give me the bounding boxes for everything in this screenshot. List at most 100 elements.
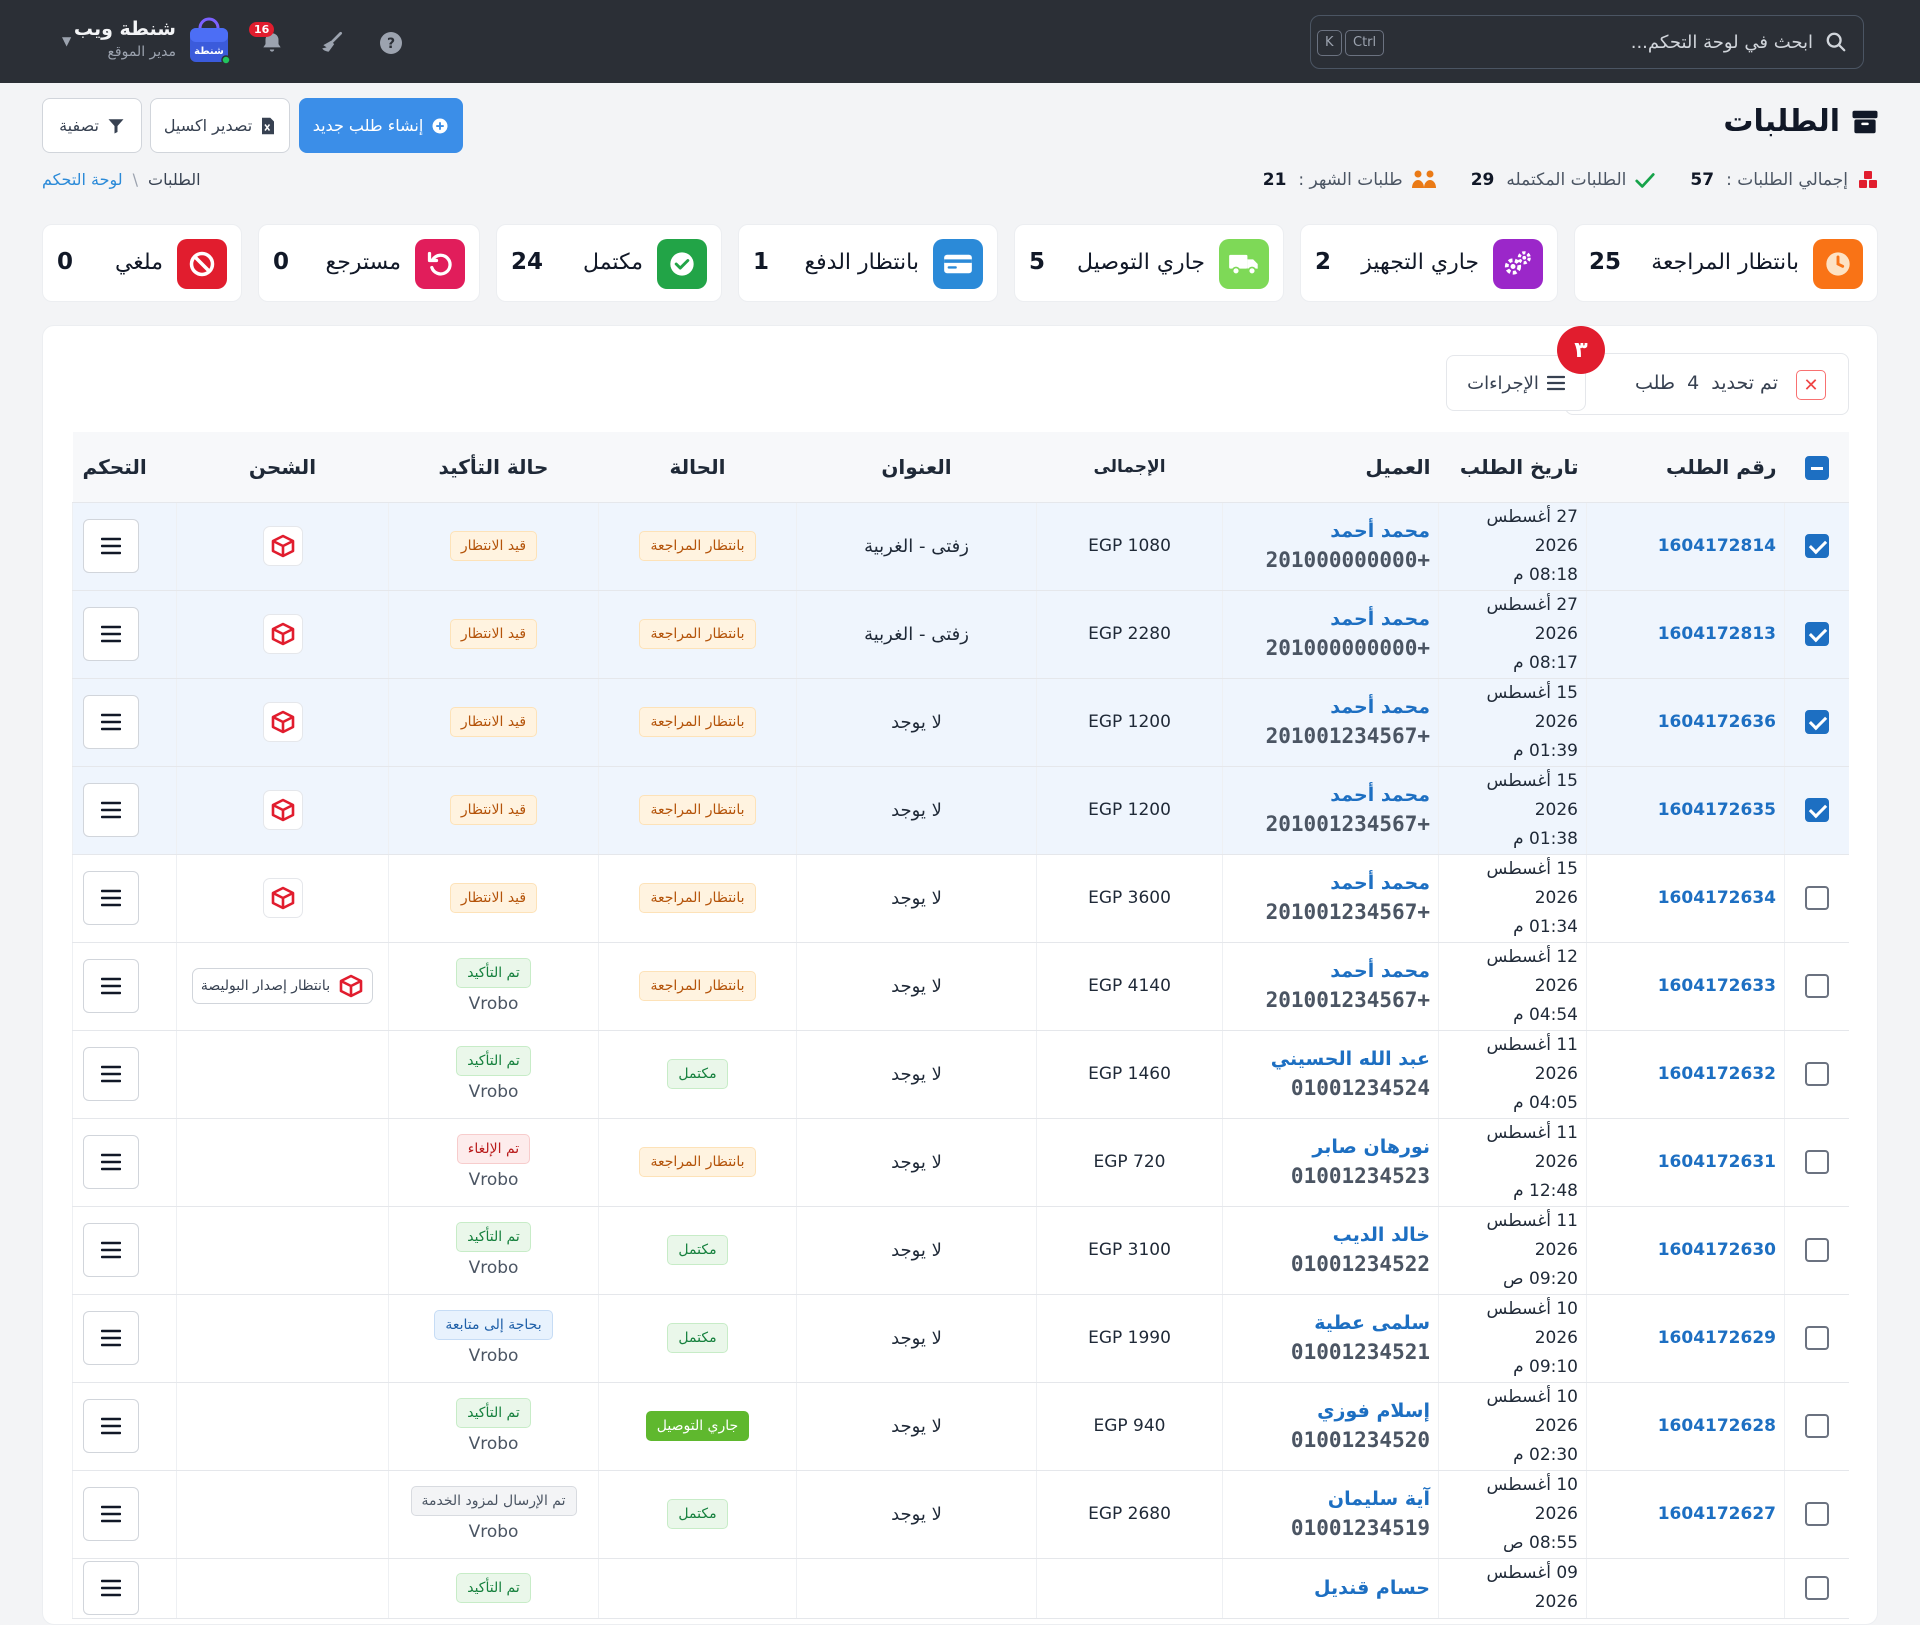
status-card-awaiting-payment[interactable]: بانتظار الدفع 1 — [738, 224, 998, 302]
order-id-link[interactable] — [1586, 1558, 1785, 1619]
customer-name-link[interactable]: خالد الديب — [1223, 1221, 1430, 1250]
table-row[interactable]: 09 أغسطس 2026 حسام قنديل تم التأكيد — [72, 1558, 1849, 1619]
row-checkbox[interactable] — [1804, 1326, 1829, 1350]
row-menu-button[interactable] — [83, 1223, 139, 1277]
create-shipment-button[interactable] — [262, 526, 303, 566]
status-card-delivering[interactable]: جاري التوصيل 5 — [1014, 224, 1284, 302]
filter-button[interactable]: تصفية — [42, 98, 142, 153]
table-row[interactable]: 1604172814 27 أغسطس 2026 08:18 م محمد أحمد +… — [72, 502, 1849, 591]
brand-menu[interactable]: شنطة شنطة ويب مدير الموقع ▼ — [62, 16, 232, 68]
create-shipment-button[interactable] — [262, 878, 303, 918]
status-card-label: مسترجع — [325, 250, 402, 275]
row-menu-button[interactable] — [83, 959, 139, 1013]
notifications-button[interactable]: 16 — [249, 22, 289, 60]
customer-name-link[interactable]: إسلام فوزي — [1223, 1397, 1430, 1426]
customer-name-link[interactable]: محمد أحمد — [1223, 957, 1430, 986]
row-checkbox[interactable] — [1804, 1576, 1829, 1600]
order-id-link[interactable]: 1604172635 — [1586, 766, 1785, 855]
row-menu-button[interactable] — [83, 1311, 139, 1365]
customer-name-link[interactable]: آية سليمان — [1223, 1485, 1430, 1514]
order-id-link[interactable]: 1604172628 — [1586, 1382, 1785, 1471]
table-row[interactable]: 1604172635 15 أغسطس 2026 01:38 م محمد أحمد +… — [72, 766, 1849, 855]
search-input[interactable] — [1513, 28, 1813, 56]
row-checkbox[interactable] — [1804, 974, 1829, 998]
header-address[interactable]: العنوان — [796, 432, 1037, 503]
table-row[interactable]: 1604172627 10 أغسطس 2026 08:55 ص آية سليمان… — [72, 1470, 1849, 1559]
customer-name-link[interactable]: محمد أحمد — [1223, 781, 1430, 810]
breadcrumb-home-link[interactable]: لوحة التحكم — [42, 170, 123, 189]
row-menu-button[interactable] — [83, 1047, 139, 1101]
table-row[interactable]: 1604172632 11 أغسطس 2026 04:05 م عبد الله ا… — [72, 1030, 1849, 1119]
row-menu-button[interactable] — [83, 1399, 139, 1453]
row-menu-button[interactable] — [83, 607, 139, 661]
table-row[interactable]: 1604172630 11 أغسطس 2026 09:20 ص خالد الديب… — [72, 1206, 1849, 1295]
row-checkbox[interactable] — [1804, 886, 1829, 910]
table-row[interactable]: 1604172813 27 أغسطس 2026 08:17 م محمد أحمد +… — [72, 590, 1849, 679]
table-row[interactable]: 1604172636 15 أغسطس 2026 01:39 م محمد أحمد +… — [72, 678, 1849, 767]
customer-name-link[interactable]: محمد أحمد — [1223, 517, 1430, 546]
order-id-link[interactable]: 1604172813 — [1586, 590, 1785, 679]
help-button[interactable]: ? — [374, 26, 408, 60]
order-id-link[interactable]: 1604172627 — [1586, 1470, 1785, 1559]
create-shipment-button[interactable] — [262, 790, 303, 830]
status-card-returned[interactable]: مسترجع 0 — [258, 224, 480, 302]
row-checkbox[interactable] — [1804, 1414, 1829, 1438]
row-menu-button[interactable] — [83, 695, 139, 749]
customer-name-link[interactable]: نورهان صابر — [1223, 1133, 1430, 1162]
header-order-id[interactable]: رقم الطلب — [1586, 432, 1785, 503]
header-customer[interactable]: العميل — [1222, 432, 1439, 503]
header-confirmation[interactable]: حالة التأكيد — [388, 432, 599, 503]
export-excel-button[interactable]: تصدير اكسيل — [150, 98, 290, 153]
status-card-cancelled[interactable]: ملغي 0 — [42, 224, 242, 302]
status-card-completed[interactable]: مكتمل 24 — [496, 224, 722, 302]
customer-name-link[interactable]: محمد أحمد — [1223, 869, 1430, 898]
header-status[interactable]: الحالة — [598, 432, 797, 503]
order-id-link[interactable]: 1604172814 — [1586, 502, 1785, 591]
row-checkbox[interactable] — [1804, 710, 1829, 734]
order-id-link[interactable]: 1604172634 — [1586, 854, 1785, 943]
clear-selection-button[interactable]: ✕ — [1796, 370, 1826, 400]
customer-name-link[interactable]: محمد أحمد — [1223, 605, 1430, 634]
order-id-link[interactable]: 1604172629 — [1586, 1294, 1785, 1383]
clear-cache-button[interactable] — [315, 26, 349, 60]
create-order-button[interactable]: إنشاء طلب جديد — [299, 98, 463, 153]
table-row[interactable]: 1604172629 10 أغسطس 2026 09:10 م سلمى عطية 0… — [72, 1294, 1849, 1383]
order-id-link[interactable]: 1604172632 — [1586, 1030, 1785, 1119]
create-shipment-button[interactable] — [262, 614, 303, 654]
customer-name-link[interactable]: حسام قنديل — [1223, 1574, 1430, 1603]
customer-name-link[interactable]: سلمى عطية — [1223, 1309, 1430, 1338]
row-menu-button[interactable] — [83, 1561, 139, 1615]
status-card-review[interactable]: بانتظار المراجعة 25 — [1574, 224, 1878, 302]
row-menu-button[interactable] — [83, 871, 139, 925]
row-menu-button[interactable] — [83, 1135, 139, 1189]
row-checkbox[interactable] — [1804, 1238, 1829, 1262]
customer-name-link[interactable]: عبد الله الحسيني — [1223, 1045, 1430, 1074]
order-id-link[interactable]: 1604172633 — [1586, 942, 1785, 1031]
order-total: EGP 1460 — [1036, 1030, 1223, 1119]
shipment-status-button[interactable]: بانتظار إصدار البوليصة — [191, 968, 374, 1004]
table-row[interactable]: 1604172631 11 أغسطس 2026 12:48 م نورهان صاب… — [72, 1118, 1849, 1207]
row-checkbox[interactable] — [1804, 1502, 1829, 1526]
header-shipping[interactable]: الشحن — [176, 432, 389, 503]
row-checkbox[interactable] — [1804, 534, 1829, 558]
header-order-date[interactable]: تاريخ الطلب — [1438, 432, 1587, 503]
table-row[interactable]: 1604172633 12 أغسطس 2026 04:54 م محمد أحمد +… — [72, 942, 1849, 1031]
row-menu-button[interactable] — [83, 783, 139, 837]
order-time: 12:48 م — [1513, 1180, 1578, 1201]
header-total[interactable]: الإجمالى — [1036, 432, 1223, 503]
row-checkbox[interactable] — [1804, 1062, 1829, 1086]
customer-name-link[interactable]: محمد أحمد — [1223, 693, 1430, 722]
table-row[interactable]: 1604172628 10 أغسطس 2026 02:30 م إسلام فوزي… — [72, 1382, 1849, 1471]
row-checkbox[interactable] — [1804, 622, 1829, 646]
order-id-link[interactable]: 1604172636 — [1586, 678, 1785, 767]
create-shipment-button[interactable] — [262, 702, 303, 742]
row-menu-button[interactable] — [83, 1487, 139, 1541]
row-checkbox[interactable] — [1804, 798, 1829, 822]
order-id-link[interactable]: 1604172631 — [1586, 1118, 1785, 1207]
select-all-checkbox[interactable] — [1804, 455, 1829, 480]
status-card-preparing[interactable]: جاري التجهيز 2 — [1300, 224, 1558, 302]
row-checkbox[interactable] — [1804, 1150, 1829, 1174]
table-row[interactable]: 1604172634 15 أغسطس 2026 01:34 م محمد أحمد +… — [72, 854, 1849, 943]
order-id-link[interactable]: 1604172630 — [1586, 1206, 1785, 1295]
row-menu-button[interactable] — [83, 519, 139, 573]
